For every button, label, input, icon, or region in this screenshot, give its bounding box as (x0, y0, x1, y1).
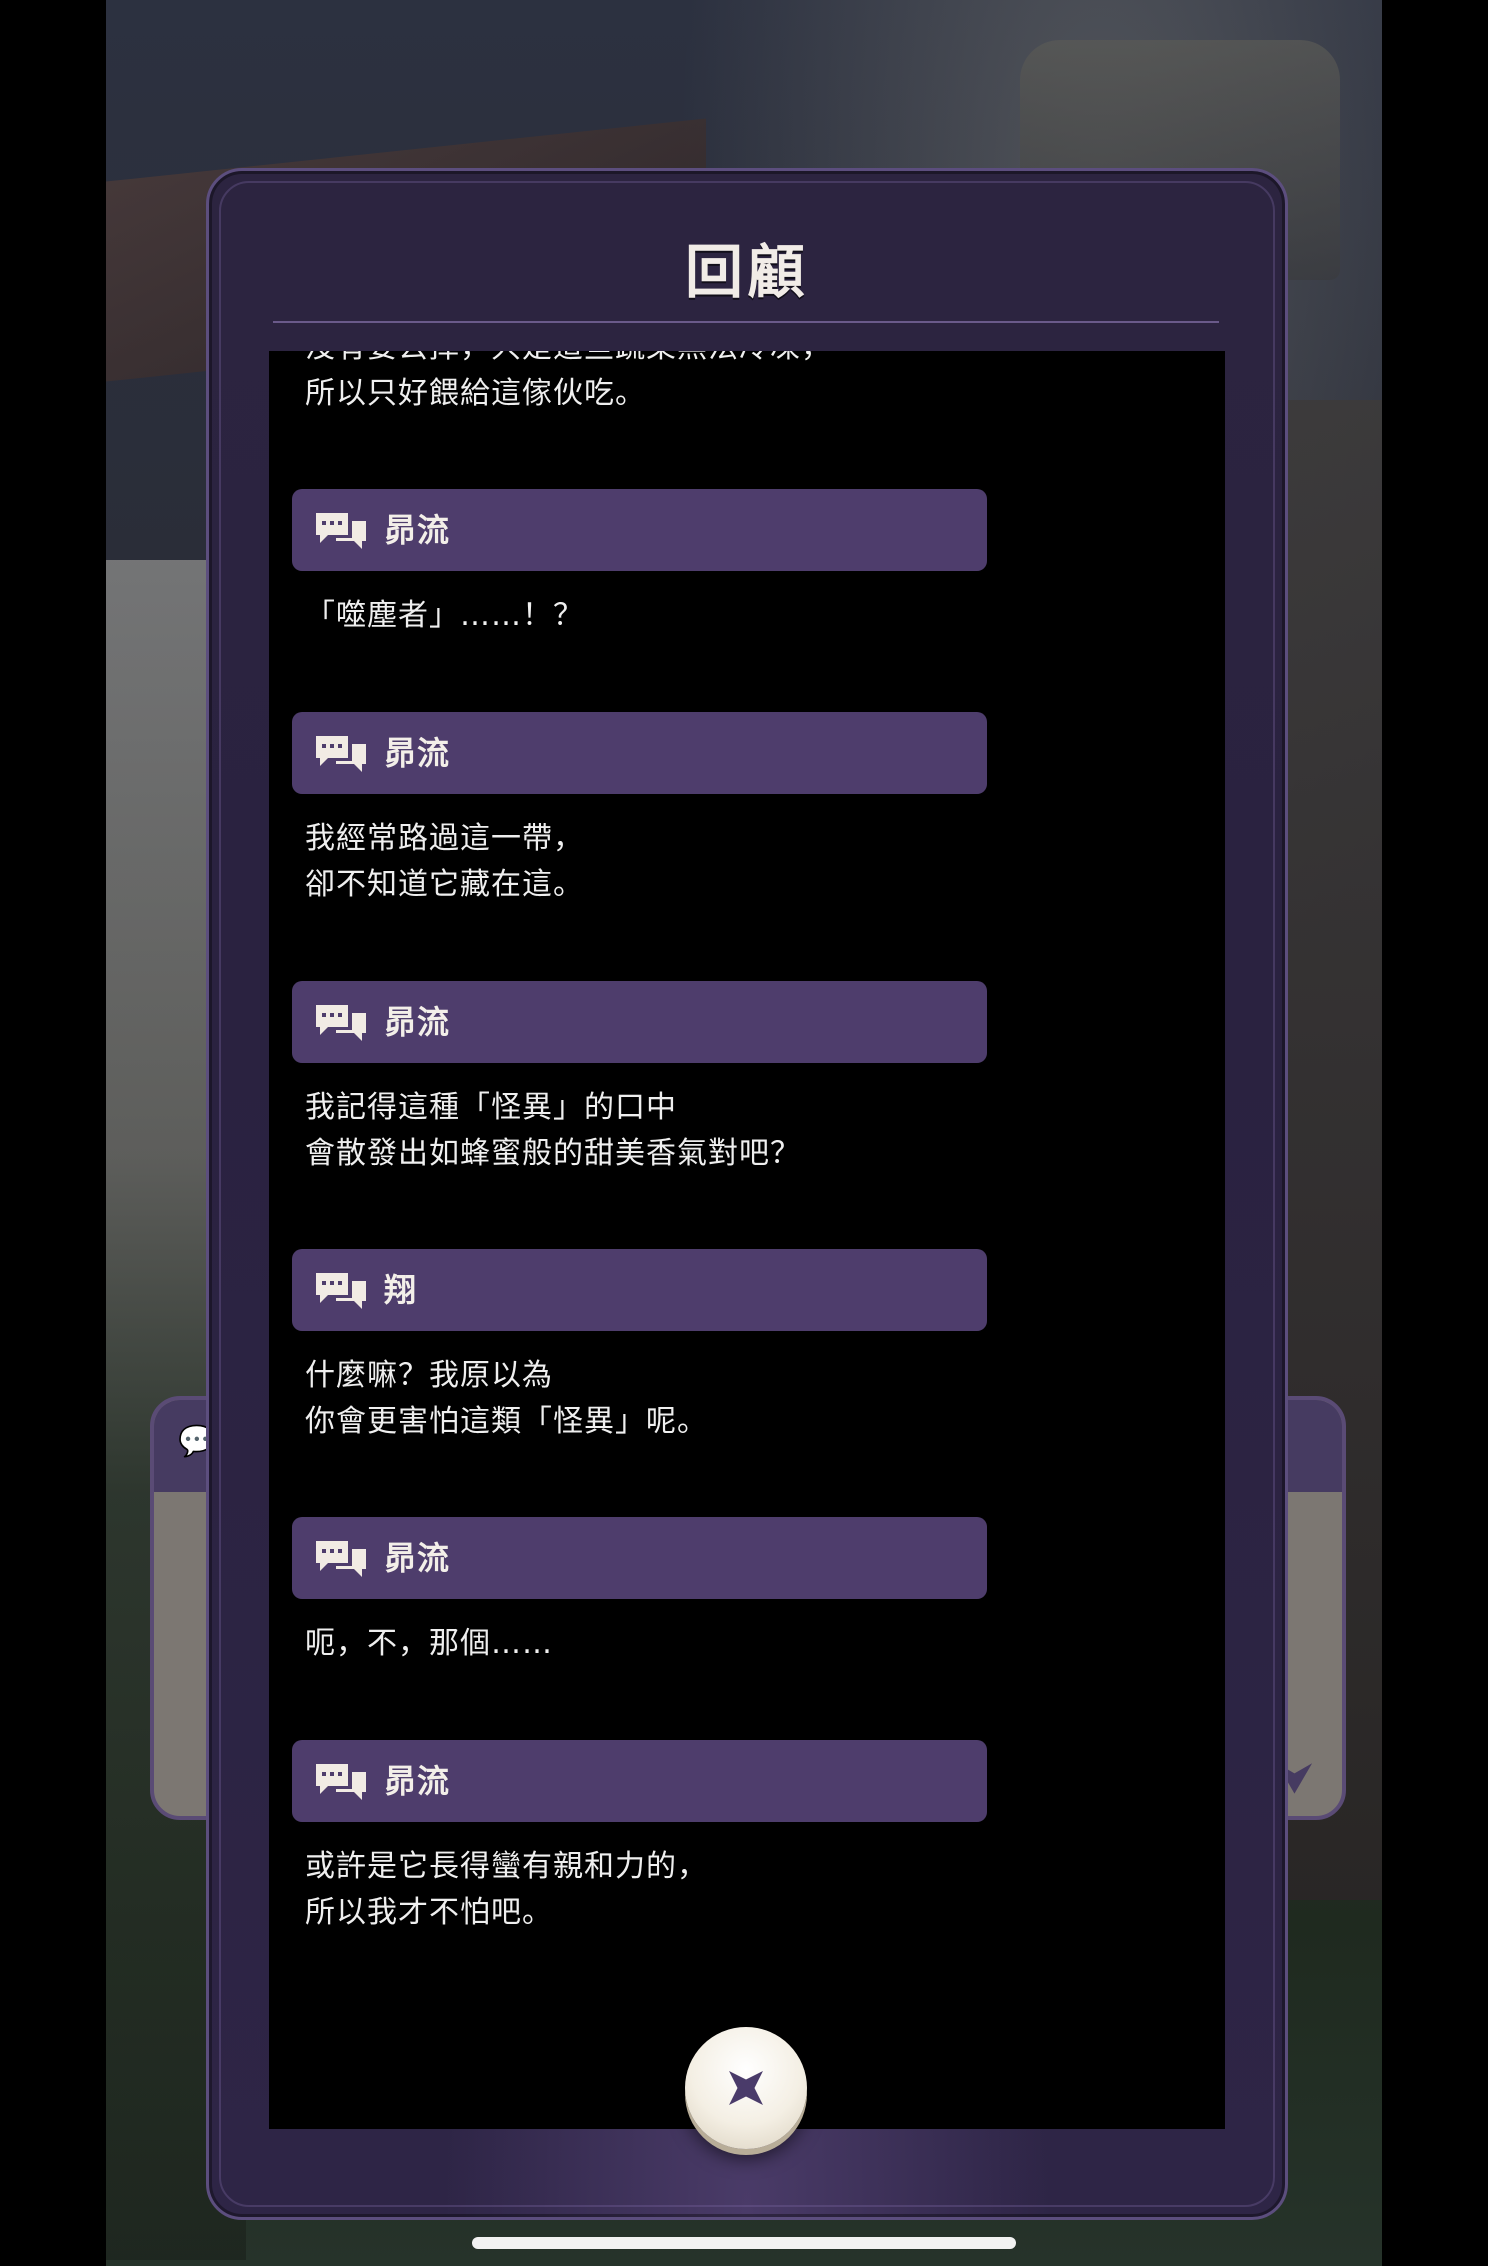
speech-bubbles-icon (316, 736, 366, 772)
speaker-name: 翔 (384, 1271, 418, 1309)
dialogue-text: 我經常路過這一帶， 卻不知道它藏在這。 (305, 821, 584, 902)
log-entry: 昴流 我記得這種「怪異」的口中 會散發出如蜂蜜般的甜美香氣對吧？ (292, 981, 987, 1177)
speaker-name: 昴流 (384, 1003, 451, 1041)
backlog-modal: 回顧 沒有要丟掉，只是這些蔬菜無法冷凍， 所以只好餵給這傢伙吃。 昴流 「噬塵者… (206, 168, 1288, 2220)
close-button[interactable] (685, 2027, 807, 2149)
close-x-icon (729, 2071, 763, 2105)
title-divider (273, 321, 1219, 323)
log-entry: 昴流 「噬塵者」……！？ (292, 489, 987, 639)
log-partial-text: 沒有要丟掉，只是這些蔬菜無法冷凍， 所以只好餵給這傢伙吃。 (305, 351, 831, 411)
log-entry: 昴流 呃，不，那個…… (292, 1517, 987, 1667)
dialogue-text: 什麼嘛？我原以為 你會更害怕這類「怪異」呢。 (305, 1358, 708, 1439)
speaker-bar: 翔 (292, 1249, 987, 1331)
speaker-bar: 昴流 (292, 981, 987, 1063)
speech-bubbles-icon (316, 1764, 366, 1800)
speaker-name: 昴流 (384, 511, 451, 549)
dialogue-text: 呃，不，那個…… (305, 1626, 553, 1661)
dialogue-text: 或許是它長得蠻有親和力的， 所以我才不怕吧。 (305, 1849, 708, 1930)
speaker-bar: 昴流 (292, 1740, 987, 1822)
speech-bubbles-icon (316, 1541, 366, 1577)
speaker-name: 昴流 (384, 1762, 451, 1800)
log-entry: 昴流 或許是它長得蠻有親和力的， 所以我才不怕吧。 (292, 1740, 987, 1936)
speech-bubbles-icon (316, 1273, 366, 1309)
home-indicator[interactable] (472, 2237, 1016, 2249)
dialogue-text: 「噬塵者」……！？ (305, 598, 584, 633)
speaker-bar: 昴流 (292, 489, 987, 571)
speaker-name: 昴流 (384, 1539, 451, 1577)
backlog-list[interactable]: 沒有要丟掉，只是這些蔬菜無法冷凍， 所以只好餵給這傢伙吃。 昴流 「噬塵者」……… (269, 351, 1225, 2129)
speech-bubbles-icon (316, 1005, 366, 1041)
modal-title: 回顧 (684, 238, 809, 306)
speech-bubbles-icon (316, 513, 366, 549)
log-entry: 昴流 我經常路過這一帶， 卻不知道它藏在這。 (292, 712, 987, 908)
speaker-bar: 昴流 (292, 1517, 987, 1599)
speaker-name: 昴流 (384, 734, 451, 772)
log-entry: 翔 什麼嘛？我原以為 你會更害怕這類「怪異」呢。 (292, 1249, 987, 1445)
dialogue-text: 我記得這種「怪異」的口中 會散發出如蜂蜜般的甜美香氣對吧？ (305, 1090, 801, 1171)
speaker-bar: 昴流 (292, 712, 987, 794)
game-screen: 💬 ⮟ 回顧 沒有要丟掉，只是這些蔬菜無法冷凍， 所以只好餵給這傢伙吃。 昴流 (0, 0, 1488, 2266)
